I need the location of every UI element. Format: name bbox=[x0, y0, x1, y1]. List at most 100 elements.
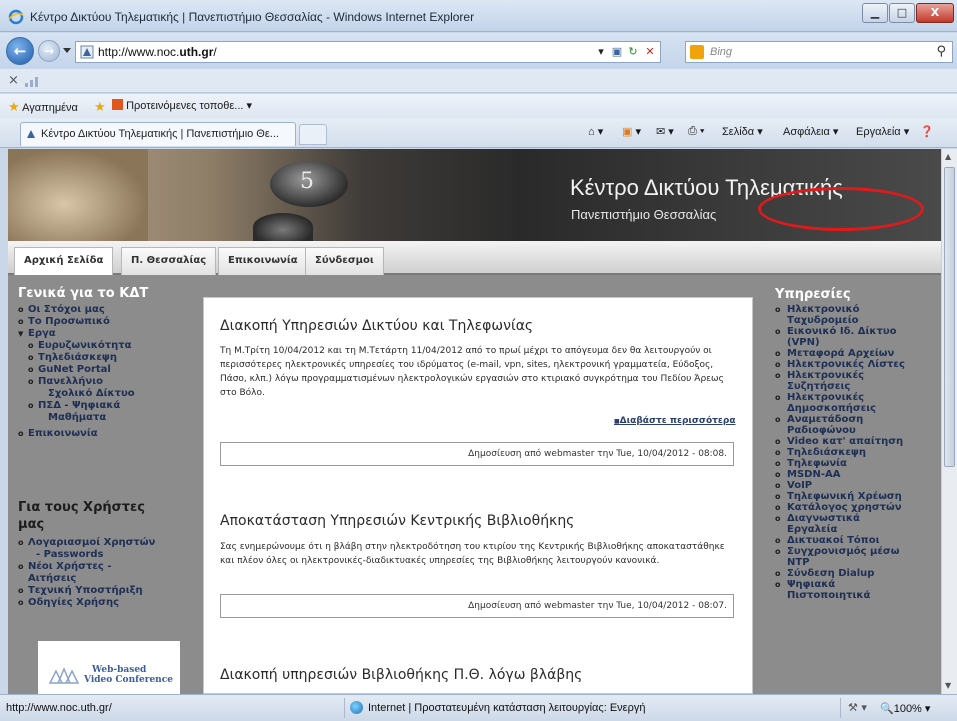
service-item[interactable]: Σύνδεση Dialup bbox=[775, 568, 941, 579]
search-placeholder: Bing bbox=[710, 46, 733, 58]
submenu-gunet[interactable]: GuNet Portal bbox=[18, 364, 190, 376]
article-meta-2: Δημοσίευση από webmaster την Tue, 10/04/… bbox=[220, 594, 734, 618]
window-title: Κέντρο Δικτύου Τηλεματικής | Πανεπιστήμι… bbox=[30, 10, 475, 24]
nav-links[interactable]: Σύνδεσμοι bbox=[305, 247, 384, 275]
menu-item-goals[interactable]: Οι Στόχοι μας bbox=[18, 304, 190, 316]
add-favorites-icon[interactable]: ★ bbox=[94, 99, 106, 115]
service-item[interactable]: Τηλεφωνία bbox=[775, 458, 941, 469]
service-item-cont[interactable]: Ταχυδρομείο bbox=[775, 315, 941, 326]
menu-item-staff[interactable]: Το Προσωπικό bbox=[18, 316, 190, 328]
menu-item-instructions[interactable]: Οδηγίες Χρήσης bbox=[18, 597, 194, 609]
service-item[interactable]: Διαγνωστικά bbox=[775, 513, 941, 524]
service-item[interactable]: Αναμετάδοση bbox=[775, 414, 941, 425]
submenu-digital-courses[interactable]: ΠΣΔ - Ψηφιακά bbox=[18, 400, 190, 412]
address-bar[interactable]: http://www.noc.uth.gr/ ▾ ▣ ↻ ✕ bbox=[75, 41, 661, 63]
service-item[interactable]: Εικονικό Ιδ. Δίκτυο bbox=[775, 326, 941, 337]
zoom-level[interactable]: 🔍100% ▾ bbox=[880, 702, 930, 715]
site-favicon-icon bbox=[80, 45, 94, 59]
page-menu[interactable]: Σελίδα ▾ bbox=[722, 125, 763, 138]
safety-menu[interactable]: Ασφάλεια ▾ bbox=[783, 125, 838, 138]
favorites-button[interactable]: ★ Αγαπημένα bbox=[8, 99, 78, 115]
service-item[interactable]: Ηλεκτρονικές Λίστες bbox=[775, 359, 941, 370]
service-item[interactable]: Ηλεκτρονικό bbox=[775, 304, 941, 315]
tab-current[interactable]: Κέντρο Δικτύου Τηλεματικής | Πανεπιστήμι… bbox=[20, 122, 296, 146]
article-title-3[interactable]: Διακοπή υπηρεσιών Βιβλιοθήκης Π.Θ. λόγω … bbox=[220, 667, 582, 683]
menu-item-new-users-cont[interactable]: Αιτήσεις bbox=[18, 573, 194, 585]
scroll-thumb[interactable] bbox=[944, 167, 955, 467]
address-url[interactable]: http://www.noc.uth.gr/ bbox=[98, 45, 217, 59]
new-tab-button[interactable] bbox=[299, 124, 327, 145]
home-icon[interactable]: ⌂ ▾ bbox=[588, 125, 603, 138]
submenu-school-network-cont[interactable]: Σχολικό Δίκτυο bbox=[18, 388, 190, 400]
service-item[interactable]: Τηλεδιάσκεψη bbox=[775, 447, 941, 458]
service-item[interactable]: Κατάλογος χρηστών bbox=[775, 502, 941, 513]
service-item[interactable]: Video κατ' απαίτηση bbox=[775, 436, 941, 447]
service-item[interactable]: Ηλεκτρονικές bbox=[775, 370, 941, 381]
service-item[interactable]: Ψηφιακά bbox=[775, 579, 941, 590]
service-item-cont[interactable]: NTP bbox=[775, 557, 941, 568]
tools-menu[interactable]: Εργαλεία ▾ bbox=[856, 125, 909, 138]
article-title-2[interactable]: Αποκατάσταση Υπηρεσιών Κεντρικής Βιβλιοθ… bbox=[220, 513, 574, 529]
feeds-icon[interactable]: ▣ ▾ bbox=[622, 125, 641, 138]
service-item[interactable]: Ηλεκτρονικές bbox=[775, 392, 941, 403]
stop-icon[interactable]: ✕ bbox=[643, 44, 657, 60]
service-item[interactable]: Συγχρονισμός μέσω bbox=[775, 546, 941, 557]
service-item-cont[interactable]: (VPN) bbox=[775, 337, 941, 348]
read-mail-icon[interactable]: ✉ ▾ bbox=[656, 125, 674, 138]
submenu-teleconference[interactable]: Τηλεδιάσκεψη bbox=[18, 352, 190, 364]
security-zone-text[interactable]: Internet | Προστατευμένη κατάσταση λειτο… bbox=[368, 702, 645, 714]
nav-home[interactable]: Αρχική Σελίδα bbox=[14, 247, 114, 275]
menu-item-contact[interactable]: Επικοινωνία bbox=[18, 428, 190, 440]
menu-item-support[interactable]: Τεχνική Υποστήριξη bbox=[18, 585, 194, 597]
protected-mode-icon[interactable]: ⚒ ▾ bbox=[848, 701, 867, 714]
suggested-sites-button[interactable]: Προτεινόμενες τοποθε... ▾ bbox=[112, 99, 252, 112]
menu-item-projects[interactable]: Εργα bbox=[18, 328, 190, 340]
service-item[interactable]: VoIP bbox=[775, 480, 941, 491]
submenu-digital-courses-cont[interactable]: Μαθήματα bbox=[18, 412, 190, 424]
service-item-cont[interactable]: Δημοσκοπήσεις bbox=[775, 403, 941, 414]
main-content: Διακοπή Υπηρεσιών Δικτύου και Τηλεφωνίας… bbox=[203, 297, 753, 694]
search-box[interactable]: Bing ⚲ bbox=[685, 41, 953, 63]
help-icon[interactable]: ❓ bbox=[920, 125, 934, 138]
back-button[interactable]: ← bbox=[6, 37, 34, 65]
service-item-cont[interactable]: Εργαλεία bbox=[775, 524, 941, 535]
maximize-button[interactable]: □ bbox=[889, 3, 915, 23]
video-conference-banner[interactable]: Web-based Video Conference bbox=[38, 641, 180, 694]
close-button[interactable]: X bbox=[916, 3, 954, 23]
read-more-link[interactable]: Διαβάστε περισσότερα bbox=[614, 416, 736, 426]
menu-item-accounts[interactable]: Λογαριασμοί Χρηστών bbox=[18, 537, 194, 549]
address-dropdown-icon[interactable]: ▾ bbox=[596, 44, 606, 60]
refresh-icon[interactable]: ↻ bbox=[626, 44, 640, 60]
service-item-cont[interactable]: Ραδιοφώνου bbox=[775, 425, 941, 436]
close-toolbar-icon[interactable]: × bbox=[8, 73, 19, 88]
search-icon[interactable]: ⚲ bbox=[936, 44, 946, 59]
right-sidebar: Υπηρεσίες ΗλεκτρονικόΤαχυδρομείοΕικονικό… bbox=[763, 277, 941, 694]
minimize-button[interactable]: ▁ bbox=[862, 3, 888, 23]
services-menu: ΗλεκτρονικόΤαχυδρομείοΕικονικό Ιδ. Δίκτυ… bbox=[775, 304, 941, 601]
internet-zone-icon bbox=[350, 701, 363, 714]
site-navbar: Αρχική Σελίδα Π. Θεσσαλίας Επικοινωνία Σ… bbox=[8, 241, 941, 275]
toolbar-row: × bbox=[0, 69, 957, 93]
vertical-scrollbar[interactable]: ▲ ▼ bbox=[941, 149, 957, 694]
nav-contact[interactable]: Επικοινωνία bbox=[218, 247, 308, 275]
print-icon[interactable]: ⎙ ▾ bbox=[688, 125, 704, 138]
nav-university[interactable]: Π. Θεσσαλίας bbox=[121, 247, 217, 275]
general-menu: Οι Στόχοι μας Το Προσωπικό Εργα Ευρυζωνι… bbox=[18, 304, 190, 440]
users-menu: Λογαριασμοί Χρηστών - Passwords Νέοι Χρή… bbox=[18, 537, 194, 609]
forward-button[interactable]: → bbox=[38, 40, 60, 62]
history-dropdown-icon[interactable] bbox=[63, 48, 71, 53]
scroll-down-icon[interactable]: ▼ bbox=[945, 681, 951, 690]
scroll-up-icon[interactable]: ▲ bbox=[945, 152, 951, 161]
service-item[interactable]: MSDN-AA bbox=[775, 469, 941, 480]
service-item-cont[interactable]: Συζητήσεις bbox=[775, 381, 941, 392]
service-item[interactable]: Τηλεφωνική Χρέωση bbox=[775, 491, 941, 502]
compatibility-view-icon[interactable]: ▣ bbox=[610, 44, 624, 60]
menu-item-accounts-cont[interactable]: - Passwords bbox=[18, 549, 194, 561]
service-item[interactable]: Μεταφορά Αρχείων bbox=[775, 348, 941, 359]
service-item-cont[interactable]: Πιστοποιητικά bbox=[775, 590, 941, 601]
article-title-1[interactable]: Διακοπή Υπηρεσιών Δικτύου και Τηλεφωνίας bbox=[220, 318, 533, 334]
submenu-school-network[interactable]: Πανελλήνιο bbox=[18, 376, 190, 388]
menu-item-new-users[interactable]: Νέοι Χρήστες - bbox=[18, 561, 194, 573]
service-item[interactable]: Δικτυακοί Τόποι bbox=[775, 535, 941, 546]
submenu-broadband[interactable]: Ευρυζωνικότητα bbox=[18, 340, 190, 352]
